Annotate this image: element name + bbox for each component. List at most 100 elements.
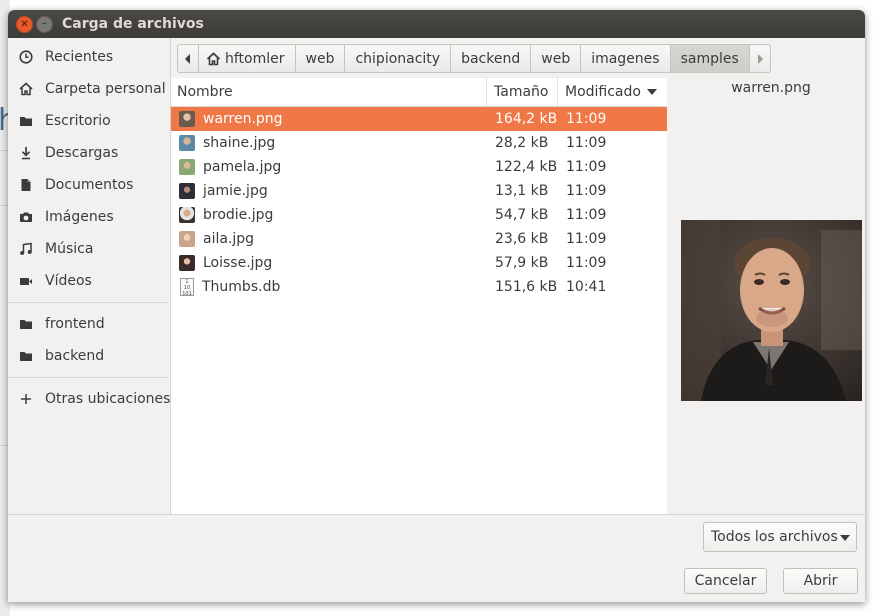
file-list: Nombre Tamaño Modificado warren.png 164,…: [171, 78, 667, 514]
music-icon: [19, 242, 33, 256]
sidebar-item-label: Otras ubicaciones: [45, 391, 171, 407]
cancel-button[interactable]: Cancelar: [684, 568, 767, 594]
column-header-label: Modificado: [565, 84, 641, 100]
file-size: 13,1 kB: [495, 183, 549, 199]
file-row[interactable]: aila.jpg 23,6 kB 11:09: [171, 227, 667, 251]
crumb-label: chipionacity: [355, 50, 441, 67]
sidebar-item-recientes[interactable]: Recientes: [8, 43, 170, 71]
crumb-label: imagenes: [591, 50, 660, 67]
path-scroll-right-button[interactable]: [749, 44, 771, 73]
path-scroll-left-button[interactable]: [177, 44, 199, 73]
file-size: 164,2 kB: [495, 111, 558, 127]
sidebar-item-frontend[interactable]: frontend: [8, 310, 170, 338]
document-icon: [19, 178, 33, 192]
crumb-samples[interactable]: samples: [670, 44, 750, 73]
file-modified: 11:09: [566, 255, 607, 271]
file-row[interactable]: 1 10 101 Thumbs.db 151,6 kB 10:41: [171, 275, 667, 299]
file-name: shaine.jpg: [203, 135, 276, 151]
file-modified: 11:09: [566, 111, 607, 127]
sort-descending-icon: [646, 89, 657, 95]
sidebar-item-backend[interactable]: backend: [8, 342, 170, 370]
file-size: 28,2 kB: [495, 135, 549, 151]
file-filter-dropdown[interactable]: Todos los archivos: [703, 522, 857, 552]
cancel-button-label: Cancelar: [694, 573, 757, 589]
clock-icon: [19, 50, 33, 64]
plus-icon: [19, 392, 33, 406]
crumb-backend[interactable]: backend: [451, 44, 532, 73]
open-button[interactable]: Abrir: [783, 568, 858, 594]
sidebar-item-label: Recientes: [45, 49, 114, 65]
chevron-left-icon: [185, 53, 190, 64]
preview-filename: warren.png: [731, 80, 811, 96]
file-modified: 11:09: [566, 207, 607, 223]
file-modified: 11:09: [566, 159, 607, 175]
sidebar-item-escritorio[interactable]: Escritorio: [8, 107, 170, 135]
file-row[interactable]: pamela.jpg 122,4 kB 11:09: [171, 155, 667, 179]
file-name: warren.png: [203, 111, 283, 127]
crumb-web[interactable]: web: [295, 44, 346, 73]
file-row[interactable]: brodie.jpg 54,7 kB 11:09: [171, 203, 667, 227]
file-chooser-dialog: ✕ – Carga de archivos Recientes Carpeta …: [8, 10, 865, 602]
file-modified: 11:09: [566, 231, 607, 247]
file-row[interactable]: jamie.jpg 13,1 kB 11:09: [171, 179, 667, 203]
crumb-home[interactable]: hftomler: [199, 44, 296, 73]
crumb-label: backend: [461, 50, 521, 67]
image-thumbnail-icon: [179, 183, 195, 199]
column-header-size[interactable]: Tamaño: [487, 78, 558, 106]
file-name: pamela.jpg: [203, 159, 282, 175]
minimize-icon: –: [42, 19, 47, 29]
sidebar-item-musica[interactable]: Música: [8, 235, 170, 263]
column-header-name[interactable]: Nombre: [171, 78, 487, 106]
file-modified: 11:09: [566, 183, 607, 199]
sidebar-item-otras-ubicaciones[interactable]: Otras ubicaciones: [8, 385, 170, 413]
file-name: Loisse.jpg: [203, 255, 273, 271]
folder-icon: [19, 349, 33, 363]
sidebar-item-label: Vídeos: [45, 273, 92, 289]
sidebar-item-label: Carpeta personal: [45, 81, 166, 97]
crumb-label: web: [305, 50, 335, 67]
file-name: aila.jpg: [203, 231, 255, 247]
sidebar-item-documentos[interactable]: Documentos: [8, 171, 170, 199]
crumb-web[interactable]: web: [531, 44, 582, 73]
file-list-header: Nombre Tamaño Modificado: [171, 78, 667, 107]
video-icon: [19, 274, 33, 288]
sidebar-item-label: Imágenes: [45, 209, 114, 225]
sidebar-item-label: Música: [45, 241, 94, 257]
sidebar-item-carpeta-personal[interactable]: Carpeta personal: [8, 75, 170, 103]
folder-icon: [19, 114, 33, 128]
binary-file-icon: 1 10 101: [180, 278, 194, 297]
window-title: Carga de archivos: [62, 16, 204, 32]
file-modified: 10:41: [566, 279, 607, 295]
sidebar-item-label: backend: [45, 348, 105, 364]
image-thumbnail-icon: [179, 135, 195, 151]
file-size: 57,9 kB: [495, 255, 549, 271]
file-size: 122,4 kB: [495, 159, 558, 175]
home-icon: [206, 51, 221, 65]
camera-icon: [19, 210, 33, 224]
bottom-separator: [8, 514, 865, 515]
places-sidebar: Recientes Carpeta personal Escritorio De…: [8, 38, 171, 514]
file-row[interactable]: Loisse.jpg 57,9 kB 11:09: [171, 251, 667, 275]
column-header-modified[interactable]: Modificado: [558, 78, 667, 106]
crumb-chipionacity[interactable]: chipionacity: [345, 44, 452, 73]
close-icon: ✕: [20, 18, 29, 30]
sidebar-separator: [8, 377, 168, 378]
crumb-label: hftomler: [225, 50, 285, 67]
close-button[interactable]: ✕: [16, 16, 33, 33]
sidebar-item-imagenes[interactable]: Imágenes: [8, 203, 170, 231]
sidebar-item-label: Escritorio: [45, 113, 111, 129]
sidebar-item-videos[interactable]: Vídeos: [8, 267, 170, 295]
image-thumbnail-icon: [179, 231, 195, 247]
sidebar-item-descargas[interactable]: Descargas: [8, 139, 170, 167]
file-size: 23,6 kB: [495, 231, 549, 247]
folder-icon: [19, 317, 33, 331]
download-icon: [19, 146, 33, 160]
dropdown-arrow-icon: [840, 535, 850, 541]
column-header-label: Tamaño: [494, 84, 549, 100]
file-row[interactable]: shaine.jpg 28,2 kB 11:09: [171, 131, 667, 155]
image-thumbnail-icon: [179, 255, 195, 271]
minimize-button[interactable]: –: [36, 16, 53, 33]
crumb-imagenes[interactable]: imagenes: [581, 44, 671, 73]
file-row[interactable]: warren.png 164,2 kB 11:09: [171, 107, 667, 131]
home-icon: [19, 82, 33, 96]
